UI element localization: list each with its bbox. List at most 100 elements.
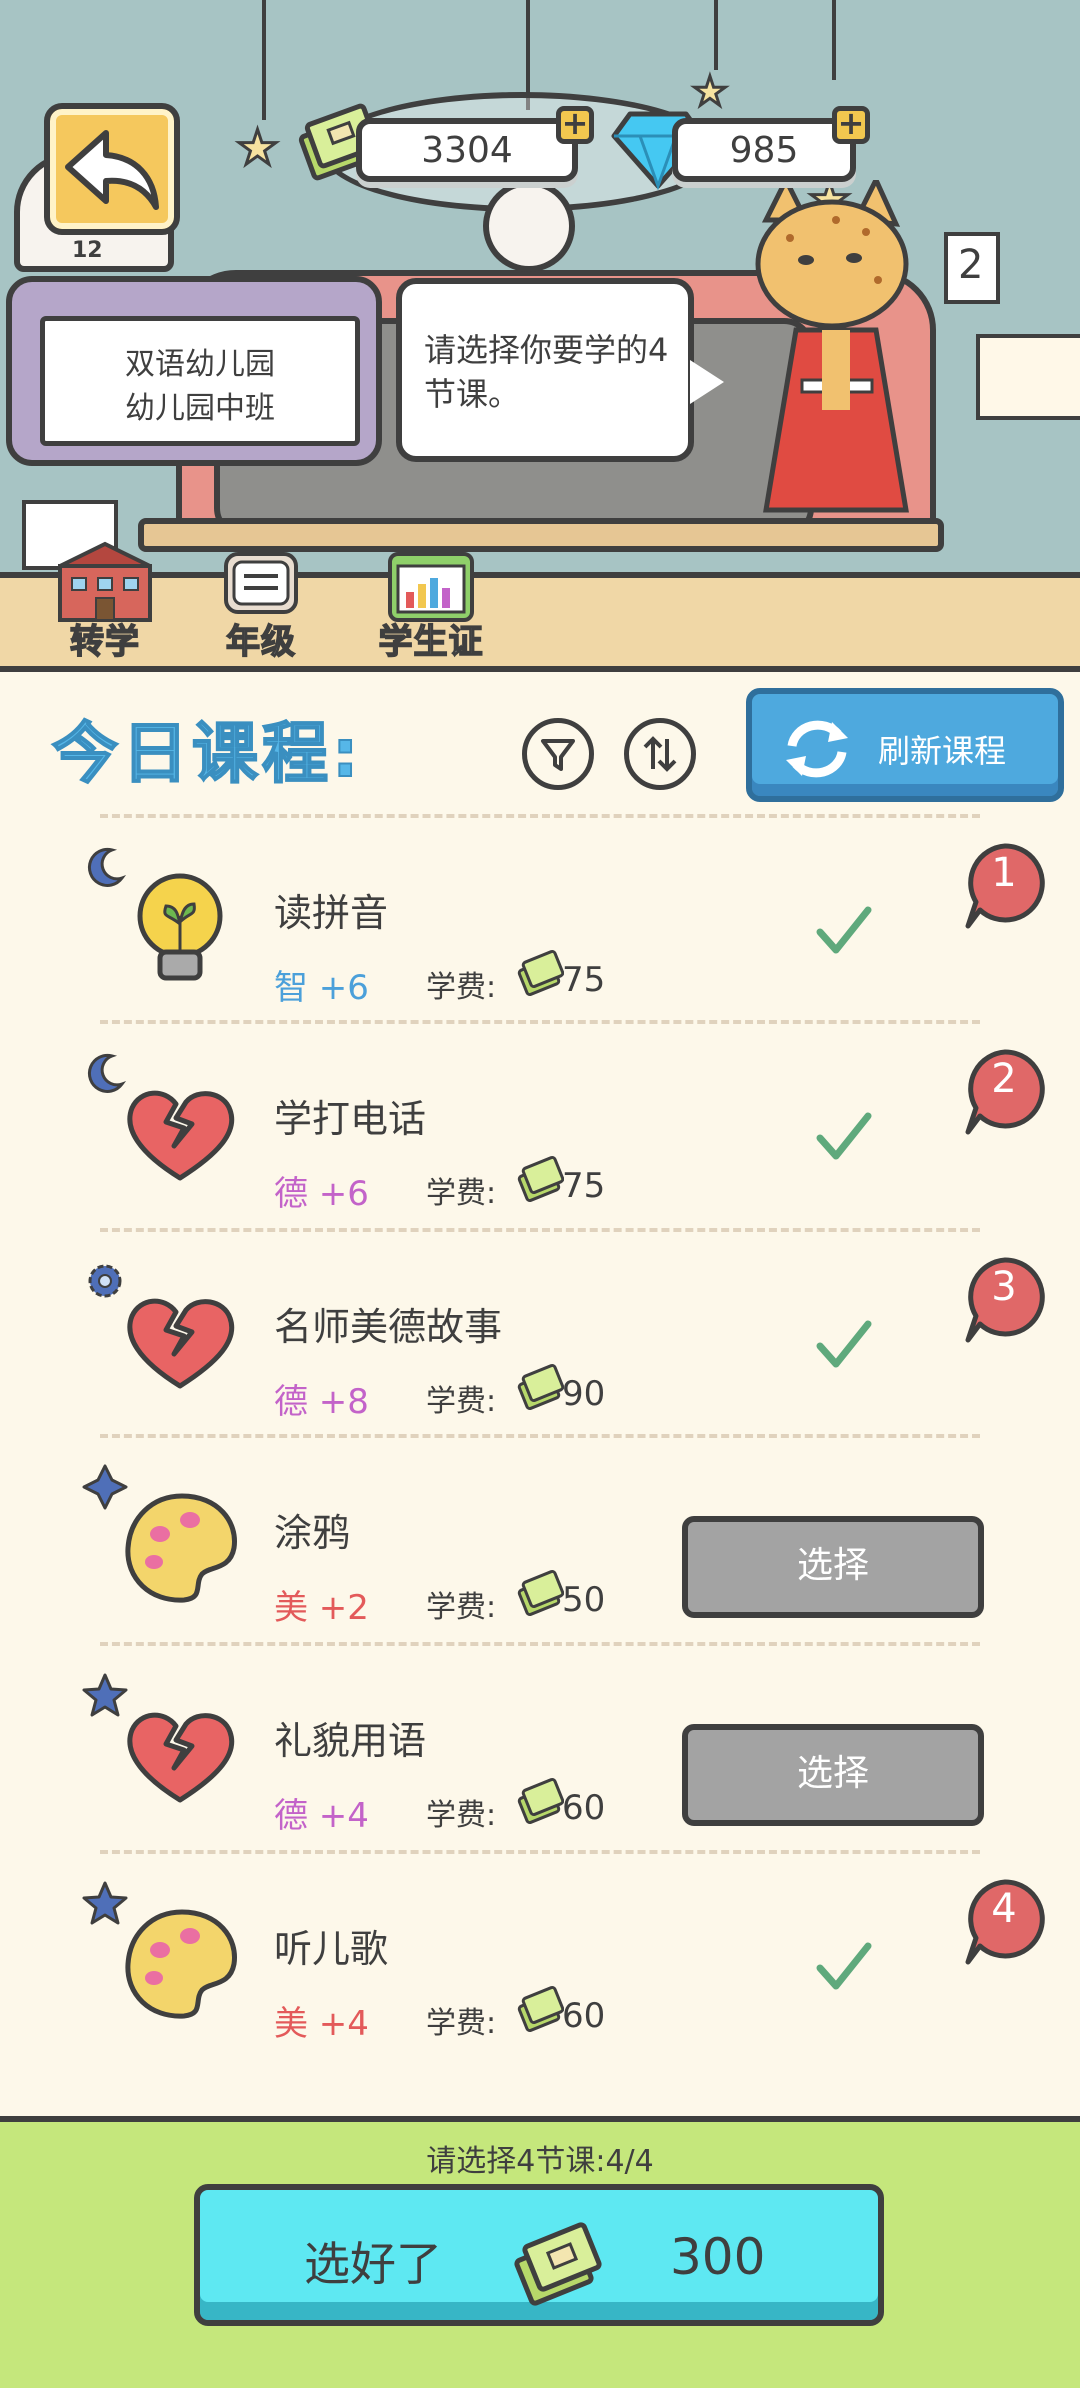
order-number: 4 [991,1886,1017,1932]
fee-label: 学费: [426,2006,497,2041]
filter-button[interactable] [522,718,594,790]
grade-label: 年级 [225,621,296,663]
course-item[interactable]: 读拼音 智 +6 学费: 75 1 [0,820,1080,1028]
total-cost: 300 [670,2228,766,2286]
hanging-wire [714,0,718,70]
fee-label: 学费: [426,1384,497,1419]
add-money-button[interactable]: + [556,106,594,144]
course-item: 礼貌用语 德 +4 学费: 60 选择 [0,1648,1080,1856]
course-item[interactable]: 学打电话 德 +6 学费: 75 2 [0,1026,1080,1234]
course-fee: 60 [562,1788,606,1828]
wall-paper [976,334,1080,420]
course-stat: 德 +6 [274,1174,369,1214]
transfer-school-label: 转学 [69,621,140,663]
heart-icon [127,1090,235,1181]
back-button[interactable] [44,103,180,235]
course-fee: 50 [562,1580,606,1620]
course-fee: 60 [562,1996,606,2036]
course-name: 读拼音 [274,891,389,935]
checkmark-icon [816,1942,872,1990]
fee-label: 学费: [426,970,497,1005]
course-stat: 德 +4 [274,1796,369,1836]
course-item: 涂鸦 美 +2 学费: 50 选择 [0,1440,1080,1648]
course-fee: 75 [562,1166,606,1206]
sort-button[interactable] [624,718,696,790]
select-course-button[interactable]: 选择 [682,1724,984,1826]
back-arrow-icon [65,130,159,210]
refresh-courses-button[interactable]: 刷新课程 [746,688,1064,802]
checkmark-icon [816,1320,872,1368]
fee-label: 学费: [426,1176,497,1211]
school-sign-card: 双语幼儿园 幼儿园中班 [40,316,360,446]
fee-label: 学费: [426,1590,497,1625]
checkmark-icon [816,906,872,954]
school-name: 双语幼儿园 [125,347,275,382]
money-icon [517,1155,564,1203]
money-icon [517,1777,564,1825]
course-name: 礼貌用语 [274,1719,427,1763]
order-number: 2 [991,1056,1017,1102]
sort-icon [643,736,677,772]
course-fee: 90 [562,1374,606,1414]
refresh-icon [786,720,848,778]
selection-hint: 请选择4节课:4/4 [426,2144,654,2179]
books-icon [224,552,298,614]
student-id-chart-icon [388,552,474,622]
money-value: 3304 [421,130,513,171]
money-icon [517,1569,564,1617]
confirm-selection-button[interactable]: 选好了 300 [194,2184,884,2326]
teacher-cat-character [755,180,909,513]
palette-icon [125,1493,237,1603]
student-id-button[interactable]: 学生证 [356,540,506,670]
panel-title: 今日课程: [51,714,363,793]
confirm-label: 选好了 [304,2237,442,2291]
course-name: 涂鸦 [274,1511,351,1555]
grade-button[interactable]: 年级 [186,540,336,670]
order-number: 3 [991,1264,1017,1310]
course-item[interactable]: 名师美德故事 德 +8 学费: 90 3 [0,1234,1080,1442]
transfer-school-button[interactable]: 转学 [30,540,180,670]
hanging-wire [262,0,266,120]
checkmark-icon [816,1112,872,1160]
speech-bubble-tail [690,360,724,404]
heart-icon [127,1298,235,1389]
gem-value: 985 [729,130,799,171]
bus-number: 12 [72,238,103,263]
lamp-ball [483,180,575,272]
school-building-icon [58,541,152,622]
course-stat: 德 +8 [274,1382,369,1422]
money-icon [517,1363,564,1411]
course-item[interactable]: 听儿歌 美 +4 学费: 60 4 [0,1856,1080,2064]
money-icon [517,1985,564,2033]
money-counter: 3304 [356,118,578,182]
student-id-label: 学生证 [378,621,484,663]
add-gems-button[interactable]: + [832,106,870,144]
gem-counter: 985 [672,118,856,182]
palette-icon [125,1909,237,2019]
note-number: 2 [958,242,984,288]
course-name: 名师美德故事 [274,1305,503,1349]
course-fee: 75 [562,960,606,1000]
separator [100,814,980,818]
money-icon [517,949,564,997]
course-name: 学打电话 [274,1097,427,1141]
fee-label: 学费: [426,1798,497,1833]
school-sign: 双语幼儿园 幼儿园中班 [6,276,382,466]
course-stat: 智 +6 [274,968,369,1008]
speech-text: 请选择你要学的4节课。 [424,331,669,413]
teacher-speech-bubble: 请选择你要学的4节课。 [396,278,694,462]
course-stat: 美 +4 [274,2004,369,2044]
select-course-button[interactable]: 选择 [682,1516,984,1618]
order-number: 1 [991,850,1017,896]
refresh-courses-label: 刷新课程 [878,732,1007,770]
star-decoration-icon: ★ [691,69,730,115]
hanging-wire [832,0,836,80]
class-name: 幼儿园中班 [125,391,275,426]
filter-icon [541,739,575,771]
heart-icon [127,1712,235,1803]
lightbulb-icon [137,873,223,981]
course-stat: 美 +2 [274,1588,369,1628]
star-decoration-icon: ★ [234,120,280,176]
course-name: 听儿歌 [274,1927,389,1971]
money-icon [514,2222,602,2306]
